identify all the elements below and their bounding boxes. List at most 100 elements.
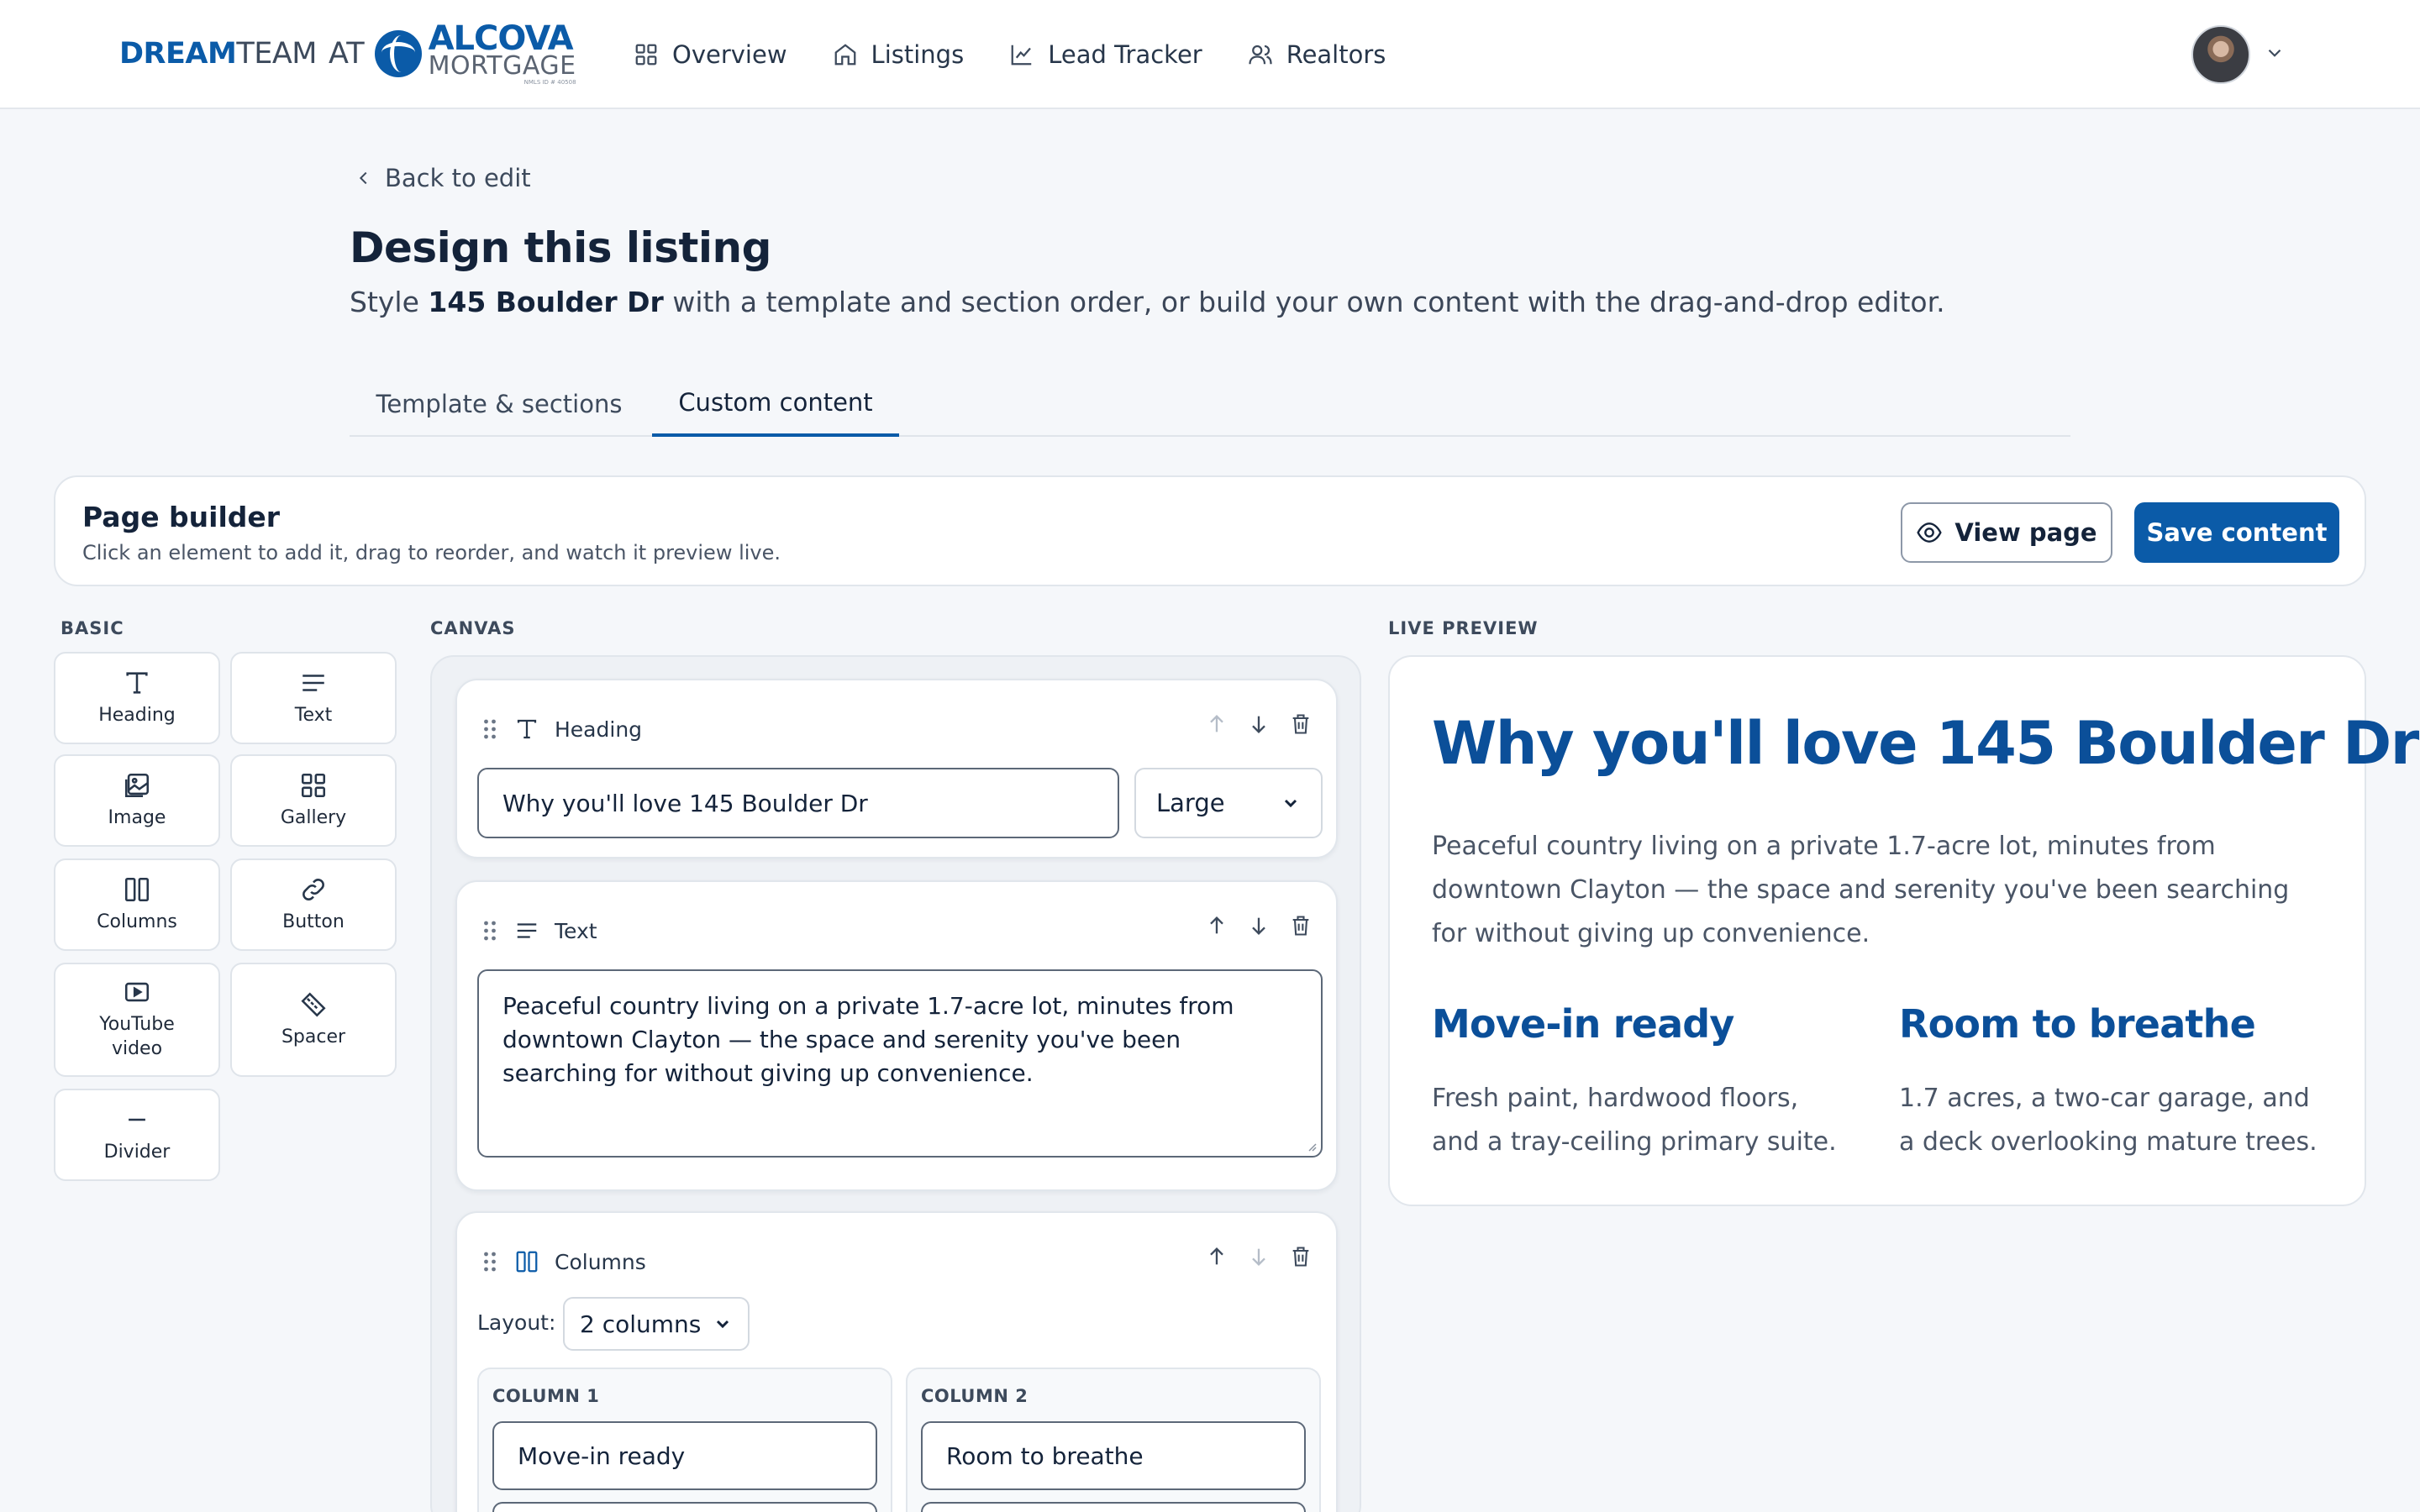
heading-size-select[interactable]: Large [1134,768,1323,838]
text-lines-icon [517,923,537,938]
main-nav: Overview Listings Lead Tracker Realtors [634,34,1431,76]
palette-heading[interactable]: Heading [54,652,220,744]
text-content-value: Peaceful country living on a private 1.7… [502,992,1234,1087]
nav-overview[interactable]: Overview [634,34,787,76]
text-lines-icon [302,674,324,691]
preview-heading: Why you'll love 145 Boulder Dr [1432,709,2419,778]
text-content-textarea[interactable]: Peaceful country living on a private 1.7… [477,969,1323,1158]
subtitle-address: 145 Boulder Dr [428,286,664,318]
heading-icon [126,672,148,694]
column-2-text-input[interactable] [921,1502,1306,1512]
palette-columns[interactable]: Columns [54,858,220,951]
columns-icon [124,877,150,901]
layout-select[interactable]: 2 columns [563,1297,750,1351]
arrow-up-icon[interactable] [1205,712,1228,736]
back-to-edit-link[interactable]: Back to edit [355,164,531,192]
column-1-text-input[interactable] [492,1502,877,1512]
view-page-label: View page [1954,518,2097,547]
layout-label: Layout: [477,1310,556,1335]
divider-icon [129,1118,145,1121]
preview-column-2-text: 1.7 acres, a two-car garage, and a deck … [1899,1084,2317,1157]
nav-label: Overview [672,40,787,69]
nav-label: Lead Tracker [1048,40,1202,69]
column-1: COLUMN 1 Move-in ready [477,1368,892,1512]
resize-handle-icon[interactable] [1304,1139,1318,1152]
tile-label: Columns [97,911,177,932]
chevron-down-icon [1284,799,1297,808]
tab-custom-content[interactable]: Custom content [652,371,899,437]
column-1-heading-input[interactable]: Move-in ready [492,1421,877,1490]
block-label: Columns [555,1249,646,1274]
chevron-down-icon[interactable] [2264,42,2286,64]
arrow-up-icon[interactable] [1205,1245,1228,1268]
preview-paragraph: Peaceful country living on a private 1.7… [1432,832,2290,948]
chart-line-icon [1011,45,1032,66]
logo-mortgage: MORTGAGE [428,51,576,81]
page-builder-header: Page builder Click an element to add it,… [54,475,2366,586]
trash-icon[interactable] [1289,712,1313,736]
view-page-button[interactable]: View page [1901,502,2112,563]
palette-gallery[interactable]: Gallery [230,754,397,847]
chevron-left-icon [359,171,367,185]
canvas: Heading Why you'll love 145 Boulder Dr L… [430,655,1361,1512]
top-navbar: DREAM TEAM AT ALCOVA MORTGAGE NMLS ID # … [0,0,2420,109]
tile-label: YouTube video [99,1014,175,1059]
tile-label: Button [282,911,345,932]
column-1-label: COLUMN 1 [492,1386,600,1406]
canvas-section-label: CANVAS [430,618,516,638]
block-actions [1205,1245,1313,1268]
nav-label: Listings [871,40,965,69]
drag-handle-icon[interactable] [481,918,499,943]
block-actions [1205,914,1313,937]
basic-section-label: BASIC [60,618,124,638]
palette-divider[interactable]: Divider [54,1089,220,1181]
palette-text[interactable]: Text [230,652,397,744]
chevron-down-icon [716,1320,729,1329]
nav-listings[interactable]: Listings [833,34,965,76]
arrow-down-icon[interactable] [1247,914,1270,937]
trash-icon[interactable] [1289,914,1313,937]
heading-text-input[interactable]: Why you'll love 145 Boulder Dr [477,768,1119,838]
palette-youtube-video[interactable]: YouTube video [54,963,220,1077]
arrow-down-icon[interactable] [1247,712,1270,736]
palette-spacer[interactable]: Spacer [230,963,397,1077]
palette-image[interactable]: Image [54,754,220,847]
brand-logo[interactable]: DREAM TEAM AT ALCOVA MORTGAGE NMLS ID # … [119,22,576,86]
tab-template-sections[interactable]: Template & sections [350,371,649,437]
nav-realtors[interactable]: Realtors [1248,34,1386,76]
palette-button[interactable]: Button [230,858,397,951]
subtitle-prefix: Style [350,286,419,318]
block-label: Heading [555,717,643,742]
grid-icon [635,44,657,66]
drag-handle-icon[interactable] [481,717,499,742]
avatar[interactable] [2191,25,2250,84]
block-actions [1205,712,1313,736]
home-icon [834,44,855,66]
block-header: Columns [481,1247,646,1277]
subtitle-suffix: with a template and section order, or bu… [672,286,1945,318]
block-header: Text [481,916,597,946]
logo-brand: ALCOVA MORTGAGE NMLS ID # 40508 [429,22,576,86]
arrow-up-icon[interactable] [1205,914,1228,937]
save-content-button[interactable]: Save content [2134,502,2339,563]
globe-icon [374,30,422,77]
link-icon [302,878,324,900]
page-title: Design this listing [350,223,771,272]
drag-handle-icon[interactable] [481,1249,499,1274]
columns-block[interactable]: Columns Layout: 2 columns COLUMN 1 Move-… [455,1211,1338,1512]
preview-column-2-heading: Room to breathe [1899,1001,2256,1047]
heading-block[interactable]: Heading Why you'll love 145 Boulder Dr L… [455,679,1338,858]
tab-bar: Template & sections Custom content [350,371,2070,437]
save-content-label: Save content [2146,518,2328,547]
trash-icon[interactable] [1289,1245,1313,1268]
eye-icon [1917,522,1943,543]
text-block[interactable]: Text Peaceful country living on a privat… [455,880,1338,1191]
block-label: Text [555,918,597,943]
column-2-heading-input[interactable]: Room to breathe [921,1421,1306,1490]
heading-icon [517,719,537,739]
tile-label: Heading [98,704,176,726]
nav-label: Realtors [1286,40,1386,69]
logo-team: TEAM [236,37,317,71]
arrow-down-icon[interactable] [1247,1245,1270,1268]
nav-lead-tracker[interactable]: Lead Tracker [1009,34,1202,76]
